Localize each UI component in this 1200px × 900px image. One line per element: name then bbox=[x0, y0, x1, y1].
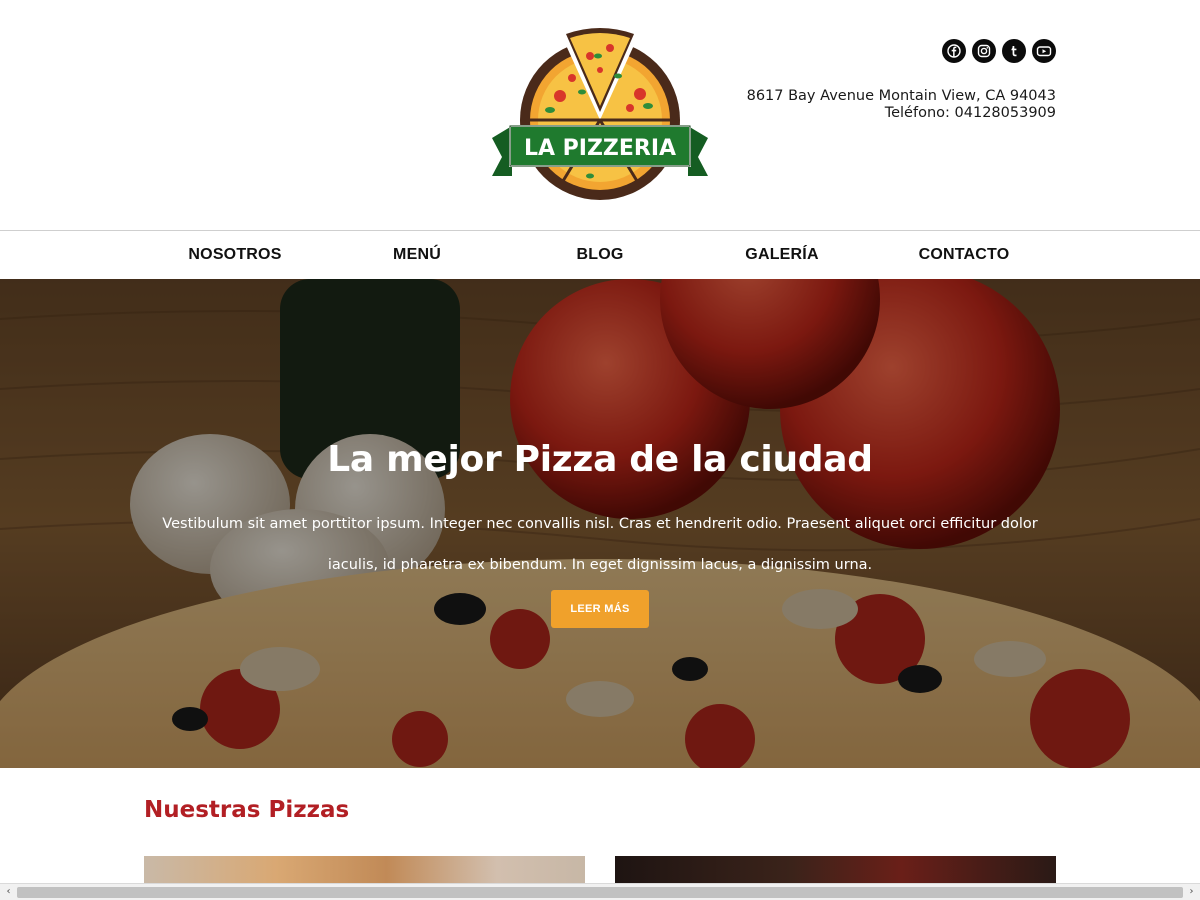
nav-item-blog[interactable]: BLOG bbox=[576, 231, 623, 279]
phone-text: Teléfono: 04128053909 bbox=[884, 105, 1056, 121]
nav-item-contacto[interactable]: CONTACTO bbox=[919, 231, 1010, 279]
horizontal-scrollbar[interactable]: ‹ › bbox=[0, 883, 1200, 900]
hero-title: La mejor Pizza de la ciudad bbox=[327, 439, 873, 480]
facebook-icon[interactable] bbox=[942, 39, 966, 63]
main-navigation: NOSOTROS MENÚ BLOG GALERÍA CONTACTO bbox=[0, 230, 1200, 280]
scrollbar-thumb[interactable] bbox=[17, 887, 1183, 898]
site-header: LA PIZZERIA 8617 Bay Avenue Montain View… bbox=[0, 0, 1200, 230]
hero-text: Vestibulum sit amet porttitor ipsum. Int… bbox=[162, 516, 1038, 573]
contact-info: 8617 Bay Avenue Montain View, CA 94043 T… bbox=[747, 88, 1056, 122]
la-pizzeria-logo[interactable]: LA PIZZERIA bbox=[490, 26, 710, 204]
nav-item-galeria[interactable]: GALERÍA bbox=[745, 231, 818, 279]
pizza-card-image[interactable] bbox=[144, 856, 585, 884]
youtube-icon[interactable] bbox=[1032, 39, 1056, 63]
nav-item-nosotros[interactable]: NOSOTROS bbox=[188, 231, 281, 279]
social-links bbox=[942, 39, 1056, 63]
nav-item-menu[interactable]: MENÚ bbox=[393, 231, 441, 279]
address-text: 8617 Bay Avenue Montain View, CA 94043 bbox=[746, 88, 1056, 104]
scroll-right-arrow-icon[interactable]: › bbox=[1183, 884, 1200, 900]
read-more-button[interactable]: LEER MÁS bbox=[551, 590, 649, 628]
hero-banner: La mejor Pizza de la ciudad Vestibulum s… bbox=[0, 279, 1200, 768]
instagram-icon[interactable] bbox=[972, 39, 996, 63]
scroll-left-arrow-icon[interactable]: ‹ bbox=[0, 884, 17, 900]
tumblr-icon[interactable] bbox=[1002, 39, 1026, 63]
logo-text: LA PIZZERIA bbox=[524, 136, 676, 161]
section-title: Nuestras Pizzas bbox=[144, 797, 350, 823]
pizza-card-image[interactable] bbox=[615, 856, 1056, 884]
